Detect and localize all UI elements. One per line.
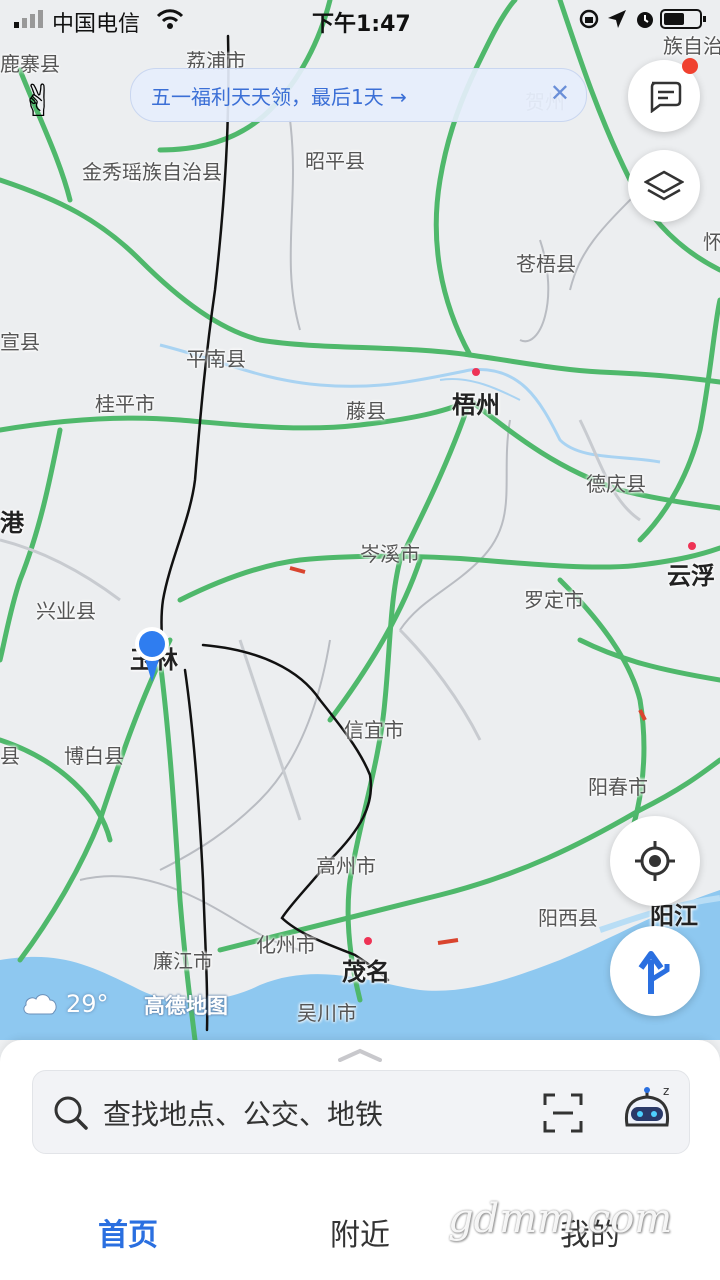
location-arrow-icon — [606, 8, 628, 36]
place-label: 桂平市 — [95, 392, 155, 416]
place-label: 县 — [0, 744, 20, 768]
navigation-button[interactable] — [610, 926, 700, 1016]
place-label: 鹿寨县 — [0, 52, 60, 76]
locate-button[interactable] — [610, 816, 700, 906]
notification-dot — [682, 58, 698, 74]
place-label: 梧州 — [452, 391, 500, 419]
crosshair-icon — [635, 841, 675, 881]
chat-icon — [650, 81, 682, 113]
alarm-icon — [634, 8, 656, 36]
place-label: 金秀瑶族自治县 — [82, 160, 222, 184]
place-label: 苍梧县 — [516, 252, 576, 276]
rotation-lock-icon — [578, 8, 600, 36]
place-label: 化州市 — [256, 933, 316, 957]
clock: 下午1:47 — [312, 12, 411, 37]
carrier-name: 中国电信 — [52, 12, 141, 37]
place-label: 阳西县 — [538, 906, 598, 930]
place-label: 怀 — [703, 230, 720, 254]
tab-home[interactable]: 首页 — [98, 1210, 158, 1254]
place-label: 宣县 — [0, 330, 40, 354]
place-label: 藤县 — [346, 399, 386, 423]
place-label: 信宜市 — [344, 718, 404, 742]
place-label: 博白县 — [64, 744, 124, 768]
status-bar: 中国电信 下午1:47 — [0, 0, 720, 40]
promo-banner-text: 五一福利天天领，最后1天 → — [151, 85, 407, 109]
watermark: gdmm.com — [448, 1196, 673, 1242]
message-button[interactable] — [628, 58, 700, 132]
place-label: 茂名 — [342, 958, 390, 986]
drag-handle[interactable] — [338, 1048, 382, 1062]
place-label: 云浮 — [667, 562, 715, 590]
place-label: 昭平县 — [305, 149, 365, 173]
close-icon[interactable]: ✕ — [550, 79, 570, 107]
map-logo: 高德地图 — [144, 994, 228, 1018]
search-icon — [54, 1096, 88, 1130]
place-label: 高州市 — [316, 854, 376, 878]
place-label: 廉江市 — [153, 949, 213, 973]
svg-text:z: z — [663, 1084, 669, 1098]
place-label: 德庆县 — [586, 472, 646, 496]
search-input[interactable]: 查找地点、公交、地铁 z — [32, 1070, 690, 1154]
place-label: 岑溪市 — [360, 542, 420, 566]
tab-nearby[interactable]: 附近 — [330, 1210, 390, 1254]
layers-button[interactable] — [628, 150, 700, 222]
place-label: 兴业县 — [36, 599, 96, 623]
place-label: 罗定市 — [524, 588, 584, 612]
signal-icon — [14, 8, 48, 34]
place-label: 阳春市 — [588, 775, 648, 799]
battery-icon — [660, 8, 708, 36]
place-label: 平南县 — [186, 347, 246, 371]
place-label: 吴川市 — [297, 1001, 357, 1025]
current-location-marker[interactable] — [134, 626, 170, 684]
promo-banner[interactable]: 五一福利天天领，最后1天 → ✕ — [130, 68, 587, 122]
hand-emoji-icon[interactable]: ✌ — [20, 76, 57, 127]
route-arrow-icon — [638, 951, 670, 994]
assistant-robot-icon[interactable]: z — [619, 1083, 675, 1139]
layers-icon — [644, 170, 684, 201]
search-placeholder: 查找地点、公交、地铁 — [103, 1098, 384, 1131]
wifi-icon — [156, 8, 184, 36]
place-label: 港 — [0, 509, 24, 537]
map-view[interactable]: 鹿寨县 荔浦市 族自治 贺州 金秀瑶族自治县 昭平县 苍梧县 怀 宣县 平南县 … — [0, 0, 720, 1040]
weather-temperature: 29° — [66, 990, 109, 1018]
scan-icon[interactable] — [543, 1093, 583, 1133]
